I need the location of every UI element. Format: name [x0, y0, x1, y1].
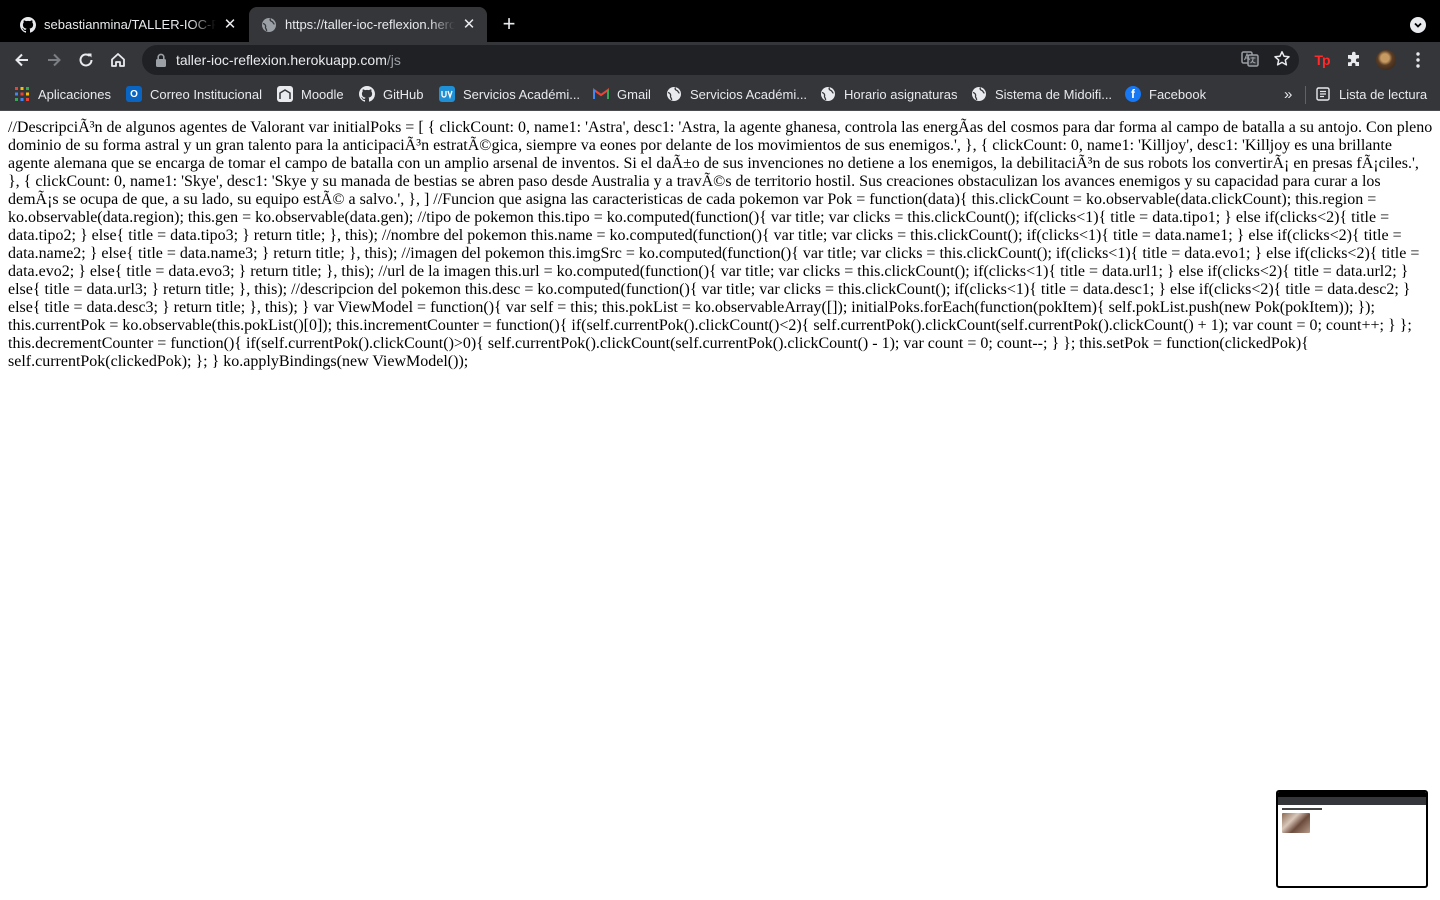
bookmark-label: Servicios Académi...	[690, 86, 808, 102]
home-icon	[111, 53, 125, 67]
address-url: taller-ioc-reflexion.herokuapp.com/js	[176, 52, 401, 68]
reload-icon	[79, 53, 93, 67]
outlook-icon: O	[126, 86, 142, 102]
bookmark-github[interactable]: GitHub	[359, 84, 423, 104]
globe-icon	[820, 86, 836, 102]
lock-icon[interactable]	[154, 53, 168, 67]
extensions-puzzle-icon[interactable]	[1344, 50, 1364, 70]
browser-toolbar: taller-ioc-reflexion.herokuapp.com/js Tp	[0, 42, 1440, 78]
tab-title: https://taller-ioc-reflexion.hero	[285, 17, 455, 32]
pip-toolbar	[1278, 797, 1426, 805]
bookmark-label: Moodle	[301, 86, 344, 102]
tab-github-repo[interactable]: sebastianmina/TALLER-IOC-RE ✕	[8, 7, 248, 42]
uv-icon	[439, 86, 455, 102]
tab-title: sebastianmina/TALLER-IOC-RE	[44, 17, 216, 32]
apps-grid-icon	[14, 86, 30, 102]
bookmark-label: Gmail	[617, 86, 651, 102]
url-host: taller-ioc-reflexion.herokuapp.com	[176, 52, 387, 68]
profile-avatar[interactable]	[1376, 50, 1396, 70]
facebook-icon: f	[1125, 86, 1141, 102]
github-icon	[20, 16, 36, 33]
bookmark-label: Sistema de Midoifi...	[995, 86, 1113, 102]
reading-list-icon	[1315, 86, 1331, 102]
bookmark-label: Servicios Académi...	[463, 86, 581, 102]
chevron-down-icon	[1414, 22, 1422, 28]
page-content: //DescripciÃ³n de algunos agentes de Val…	[0, 111, 1440, 900]
new-tab-button[interactable]: +	[498, 13, 520, 36]
reading-list-label: Lista de lectura	[1339, 86, 1428, 102]
arrow-left-icon	[15, 53, 28, 67]
bookmark-moodle[interactable]: Moodle	[277, 84, 344, 104]
translate-icon[interactable]	[1241, 50, 1259, 68]
close-icon[interactable]: ✕	[222, 17, 238, 33]
bookmark-gmail[interactable]: Gmail	[593, 84, 651, 104]
tab-search-button[interactable]	[1410, 17, 1426, 33]
bookmark-label: GitHub	[383, 86, 424, 102]
home-button[interactable]	[108, 50, 128, 70]
bookmark-label: Aplicaciones	[38, 86, 111, 102]
reading-list-button[interactable]: Lista de lectura	[1315, 84, 1427, 104]
moodle-icon	[277, 86, 293, 102]
arrow-right-icon	[48, 53, 61, 67]
bookmarks-overflow-button[interactable]: »	[1284, 84, 1292, 104]
more-menu-icon[interactable]	[1408, 50, 1428, 70]
bookmark-label: Correo Institucional	[150, 86, 262, 102]
gmail-icon	[593, 86, 609, 102]
pip-image	[1282, 813, 1310, 833]
tab-herokuapp-js[interactable]: https://taller-ioc-reflexion.hero ✕	[249, 7, 487, 42]
bookmark-sistema-midoifi[interactable]: Sistema de Midoifi...	[971, 84, 1112, 104]
bookmark-servicios-academicos-1[interactable]: Servicios Académi...	[439, 84, 580, 104]
bookmark-label: Facebook	[1149, 86, 1207, 102]
bookmark-horario-asignaturas[interactable]: Horario asignaturas	[820, 84, 957, 104]
tp-extension-icon[interactable]: Tp	[1312, 50, 1332, 70]
bookmark-star-icon[interactable]	[1273, 50, 1291, 68]
page-source-text: //DescripciÃ³n de algunos agentes de Val…	[8, 119, 1433, 370]
bookmark-facebook[interactable]: f Facebook	[1125, 84, 1206, 104]
address-bar[interactable]: taller-ioc-reflexion.herokuapp.com/js	[142, 45, 1299, 75]
close-icon[interactable]: ✕	[461, 17, 477, 33]
back-button[interactable]	[12, 50, 32, 70]
globe-icon	[971, 86, 987, 102]
globe-icon	[666, 86, 682, 102]
tp-extension-label: Tp	[1314, 52, 1330, 68]
globe-icon	[261, 17, 277, 33]
bookmark-servicios-academicos-2[interactable]: Servicios Académi...	[666, 84, 807, 104]
bookmarks-divider	[1305, 86, 1306, 104]
bookmarks-bar: Aplicaciones O Correo Institucional Mood…	[0, 78, 1440, 111]
bookmark-aplicaciones[interactable]: Aplicaciones	[14, 84, 111, 104]
reload-button[interactable]	[76, 50, 96, 70]
picture-in-picture-thumbnail[interactable]	[1276, 790, 1428, 888]
pip-heading	[1282, 808, 1322, 810]
url-path: /js	[386, 52, 401, 68]
github-icon	[359, 86, 375, 102]
tab-strip: sebastianmina/TALLER-IOC-RE ✕ https://ta…	[0, 0, 1440, 42]
bookmark-label: Horario asignaturas	[844, 86, 958, 102]
forward-button[interactable]	[44, 50, 64, 70]
bookmark-correo-institucional[interactable]: O Correo Institucional	[126, 84, 262, 104]
